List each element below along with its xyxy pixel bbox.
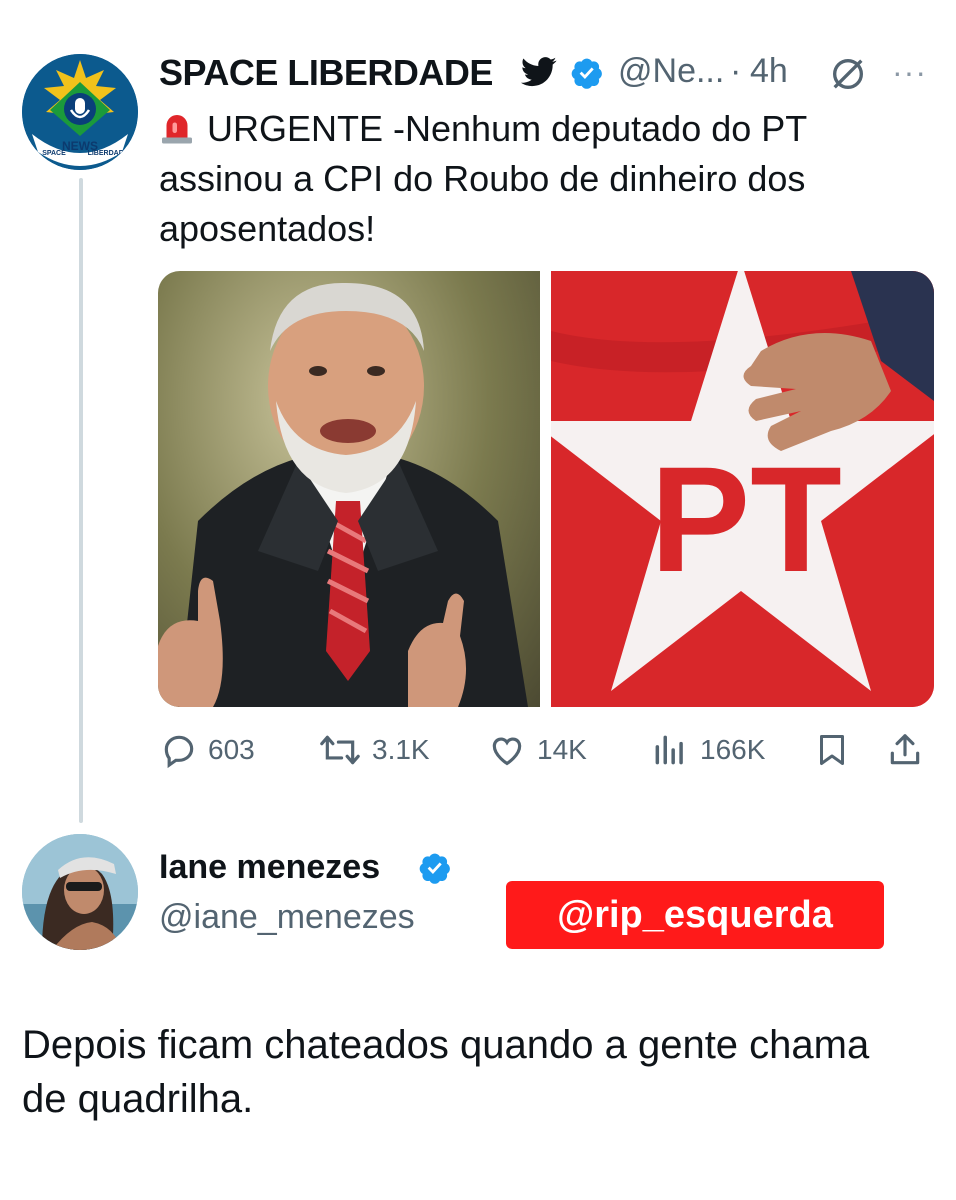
like-count: 14K: [537, 734, 587, 765]
author-avatar[interactable]: NEWS SPACE LIBERDADE: [22, 54, 138, 170]
verified-icon: [571, 58, 602, 89]
man-illustration: [158, 282, 528, 707]
reply-count: 603: [208, 734, 255, 765]
tweet-text: URGENTE -Nenhum deputado do PT assinou a…: [159, 104, 899, 254]
like-icon: [492, 737, 522, 766]
author-handle[interactable]: @Ne...: [618, 52, 724, 91]
logo-space-text: SPACE: [42, 150, 66, 157]
views-button[interactable]: 166K: [650, 728, 765, 772]
tweet-body: URGENTE -Nenhum deputado do PT assinou a…: [159, 108, 807, 249]
watermark-badge: @rip_esquerda: [506, 881, 884, 949]
reply-author-avatar[interactable]: [22, 834, 138, 950]
edited-icon[interactable]: [828, 54, 868, 94]
bookmark-button[interactable]: [814, 728, 860, 772]
separator-dot: ·: [730, 52, 742, 90]
retweet-button[interactable]: 3.1K: [318, 728, 430, 772]
tweet-media[interactable]: PT: [158, 271, 934, 707]
retweet-count: 3.1K: [372, 734, 430, 765]
reply-text: Depois ficam chateados quando a gente ch…: [22, 1023, 870, 1121]
author-name[interactable]: SPACE LIBERDADE: [159, 52, 493, 94]
verified-icon: [419, 853, 450, 884]
news-logo: NEWS SPACE LIBERDADE: [22, 54, 138, 170]
photo-pt-flag[interactable]: PT: [551, 271, 934, 707]
share-icon: [890, 734, 920, 765]
reply-author-handle[interactable]: @iane_menezes: [159, 898, 415, 937]
flag-pt-text: PT: [650, 435, 842, 603]
timestamp[interactable]: 4h: [750, 52, 788, 91]
reply-button[interactable]: 603: [160, 728, 255, 772]
reply-icon: [164, 735, 194, 769]
views-count: 166K: [700, 734, 766, 765]
bird-icon: [521, 57, 557, 87]
photo-man-thumbs-up[interactable]: [158, 271, 540, 707]
pt-flag-illustration: PT: [551, 271, 934, 707]
siren-icon: [162, 115, 192, 144]
logo-liberdade-text: LIBERDADE: [88, 150, 129, 157]
woman-photo: [22, 834, 138, 950]
reply-author-name[interactable]: Iane menezes: [159, 848, 380, 887]
like-button[interactable]: 14K: [487, 728, 587, 772]
share-button[interactable]: [886, 728, 934, 772]
more-options-icon[interactable]: ···: [892, 54, 927, 91]
thread-line: [79, 178, 83, 823]
retweet-icon: [320, 735, 360, 765]
bookmark-icon: [820, 735, 844, 765]
views-icon: [655, 735, 683, 765]
